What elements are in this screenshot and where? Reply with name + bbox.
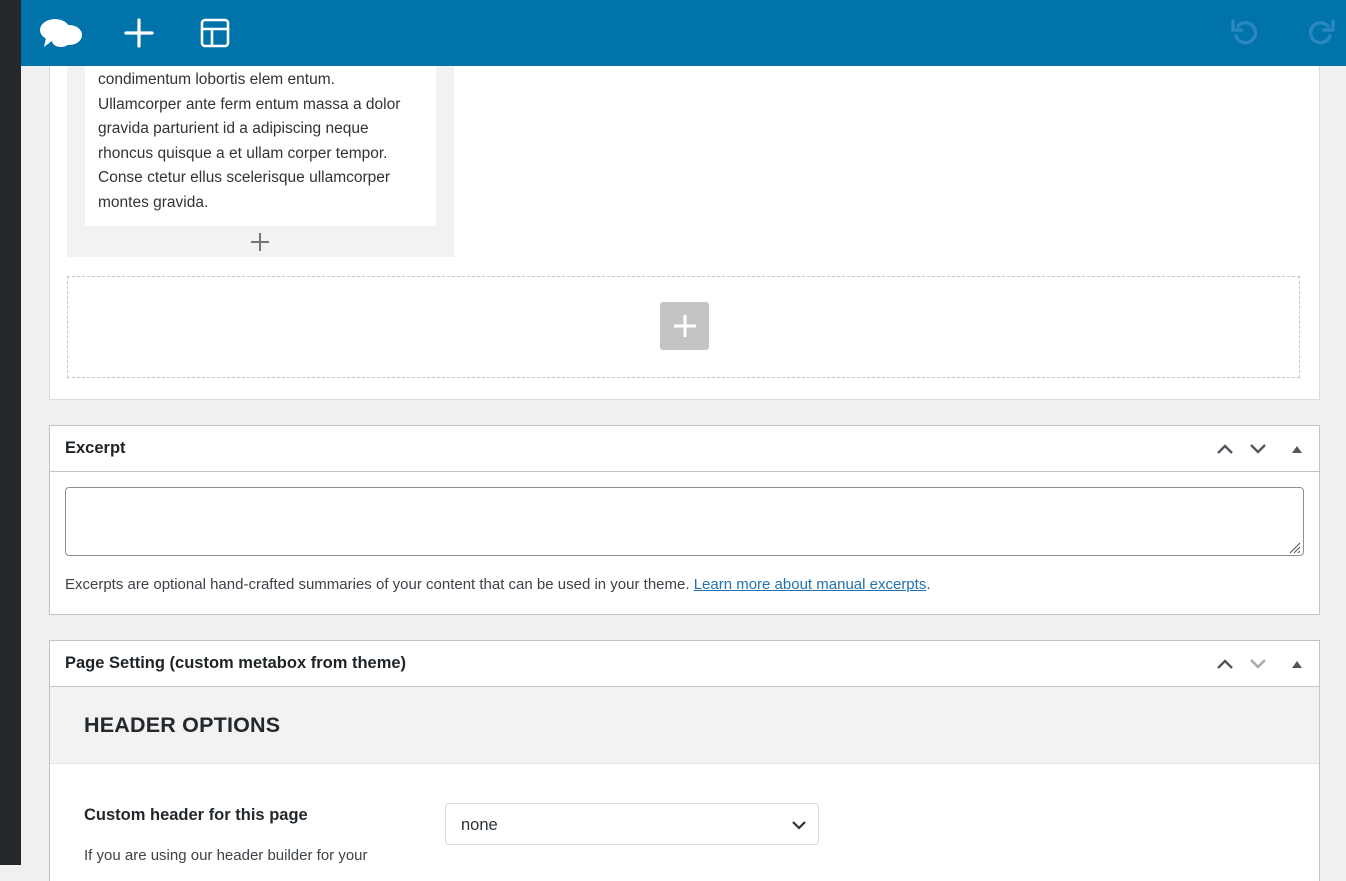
builder-column: condimentum lobortis elem entum. Ullamco… (67, 66, 454, 257)
help-text-end: . (926, 576, 931, 593)
scrollbar-track[interactable] (1340, 66, 1346, 865)
excerpt-metabox: Excerpt Excerpts are optional hand-craft… (49, 425, 1320, 615)
section-heading: HEADER OPTIONS (84, 713, 281, 737)
metabox-header: Excerpt (50, 426, 1319, 472)
text-line: condimentum lobortis elem entum. (98, 71, 335, 88)
plus-icon (251, 233, 269, 251)
move-up-button[interactable] (1213, 652, 1237, 676)
text-module[interactable]: condimentum lobortis elem entum. Ullamco… (85, 66, 436, 226)
metabox-title: Excerpt (65, 439, 126, 457)
excerpt-textarea[interactable] (65, 487, 1304, 556)
learn-more-link[interactable]: Learn more about manual excerpts (694, 576, 927, 593)
resize-handle-icon[interactable] (1287, 540, 1301, 554)
chevron-up-icon (1217, 659, 1233, 669)
redo-icon (1308, 19, 1335, 45)
undo-icon (1231, 19, 1258, 45)
excerpt-help-text: Excerpts are optional hand-crafted summa… (65, 576, 931, 593)
builder-logo-button[interactable] (35, 0, 87, 66)
triangle-up-icon (1292, 661, 1302, 668)
page-setting-metabox: Page Setting (custom metabox from theme)… (49, 640, 1320, 881)
plus-icon (673, 315, 696, 337)
add-row-dropzone (67, 276, 1300, 378)
custom-header-label: Custom header for this page (84, 806, 308, 824)
layout-icon (200, 18, 230, 48)
chevron-down-icon (792, 821, 806, 830)
header-options-section: HEADER OPTIONS (50, 687, 1319, 764)
help-text: Excerpts are optional hand-crafted summa… (65, 576, 694, 593)
chevron-up-icon (1217, 444, 1233, 454)
editor-toolbar (21, 0, 1346, 66)
text-line: Conse ctetur ellus scelerisque ullamcorp… (98, 169, 391, 186)
custom-header-select[interactable]: none (445, 803, 819, 845)
builder-logo-icon (40, 19, 82, 47)
text-line: Ullamcorper ante ferm entum massa a dolo… (98, 95, 401, 113)
triangle-up-icon (1292, 446, 1302, 453)
move-down-button[interactable] (1246, 437, 1270, 461)
add-module-button[interactable] (248, 230, 272, 254)
toggle-panel-button[interactable] (1285, 652, 1309, 676)
metabox-title: Page Setting (custom metabox from theme) (65, 654, 407, 672)
layouts-button[interactable] (195, 0, 235, 66)
text-line: rhoncus quisque a et ullam corper tempor… (98, 144, 388, 162)
toggle-panel-button[interactable] (1285, 437, 1309, 461)
text-line: montes gravida. (98, 193, 209, 211)
move-up-button[interactable] (1213, 437, 1237, 461)
chevron-down-icon (1250, 444, 1266, 454)
admin-sidebar-edge (0, 0, 21, 865)
custom-header-description: If you are using our header builder for … (84, 847, 368, 864)
redo-button[interactable] (1301, 0, 1341, 66)
add-row-button[interactable] (660, 302, 709, 350)
chevron-down-icon (1250, 659, 1266, 669)
metabox-header: Page Setting (custom metabox from theme) (50, 641, 1319, 687)
page-builder-canvas: condimentum lobortis elem entum. Ullamco… (49, 66, 1320, 400)
select-value: none (461, 816, 498, 834)
text-line: gravida parturient id a adipiscing neque (98, 120, 369, 137)
undo-button[interactable] (1225, 0, 1265, 66)
add-block-button[interactable] (119, 0, 159, 66)
plus-icon (124, 18, 154, 48)
move-down-button[interactable] (1246, 652, 1270, 676)
